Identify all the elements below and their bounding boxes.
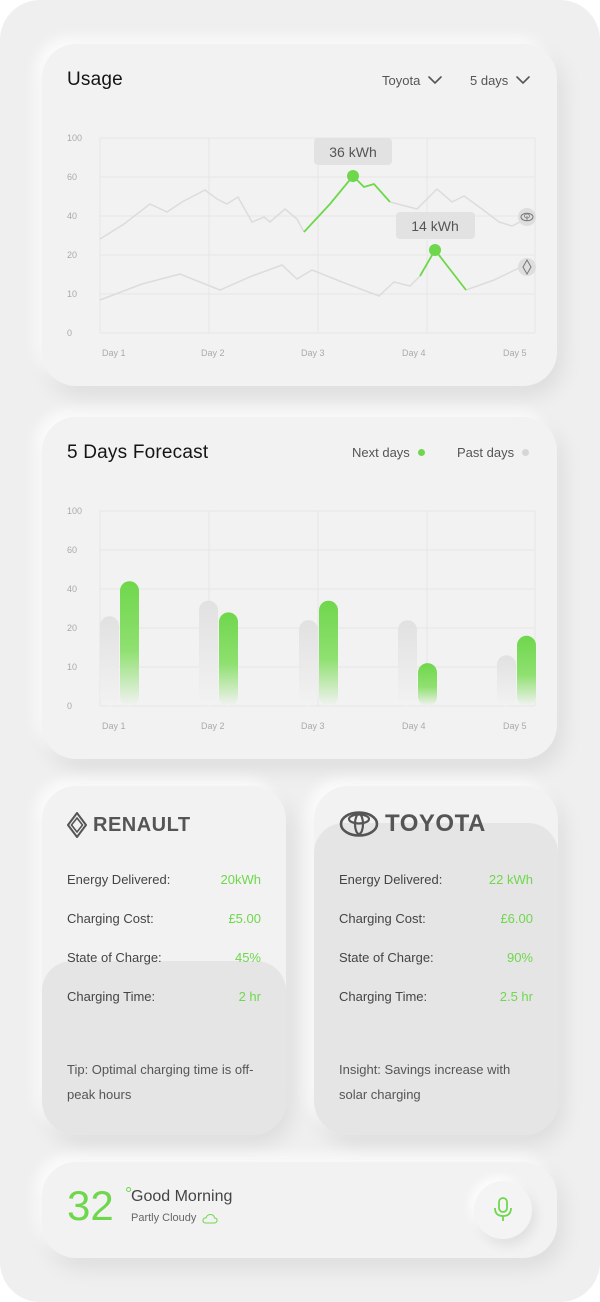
spec-label: Charging Cost:: [339, 911, 426, 926]
weather-condition-label: Partly Cloudy: [131, 1212, 197, 1224]
spec-value: £6.00: [500, 911, 533, 926]
renault-brand-text: RENAULT: [93, 813, 191, 836]
cloud-icon: [202, 1213, 218, 1223]
spec-label: Charging Time:: [67, 989, 156, 1004]
x-tick-label: Day 2: [201, 721, 225, 731]
y-tick-label: 100: [67, 133, 82, 143]
microphone-button[interactable]: [474, 1181, 532, 1239]
spec-value: 2 hr: [238, 989, 261, 1004]
x-tick-label: Day 2: [201, 348, 225, 358]
spec-value: £5.00: [228, 911, 261, 926]
weather-condition: Partly Cloudy: [131, 1212, 218, 1224]
y-tick-label: 0: [67, 701, 72, 711]
toyota-energy-row: Energy Delivered: 22 kWh: [339, 872, 533, 887]
renault-card[interactable]: RENAULT Energy Delivered: 20kWh Charging…: [42, 786, 286, 1135]
y-tick-label: 10: [67, 289, 77, 299]
x-tick-label: Day 4: [402, 721, 426, 731]
weather-card: 32 ° Good Morning Partly Cloudy: [42, 1162, 557, 1258]
x-tick-label: Day 5: [503, 348, 527, 358]
spec-value: 90%: [506, 950, 533, 965]
y-tick-label: 20: [67, 250, 77, 260]
toyota-badge[interactable]: [518, 208, 536, 226]
renault-energy-row: Energy Delivered: 20kWh: [67, 872, 261, 887]
spec-value: 20kWh: [220, 872, 261, 887]
bar-past-days[interactable]: [199, 600, 218, 706]
spec-value: 22 kWh: [488, 872, 533, 887]
tooltip-renault-value: 14 kWh: [411, 218, 458, 234]
microphone-icon: [494, 1197, 512, 1221]
spec-value: 45%: [234, 950, 261, 965]
y-tick-label: 60: [67, 172, 77, 182]
x-tick-label: Day 1: [102, 721, 126, 731]
toyota-peak-point[interactable]: [347, 170, 359, 182]
spec-label: Energy Delivered:: [67, 872, 171, 887]
forecast-x-axis-labels: Day 1 Day 2 Day 3 Day 4 Day 5: [102, 721, 527, 731]
toyota-time-row: Charging Time: 2.5 hr: [339, 989, 533, 1004]
renault-series-line: [99, 249, 436, 301]
usage-card: Usage Toyota 5 days 100 60 40 20 10 0 Da…: [42, 44, 557, 386]
renault-series-line-right: [465, 267, 520, 291]
bar-past-days[interactable]: [497, 655, 516, 706]
renault-logo: RENAULT: [67, 812, 191, 838]
toyota-cost-row: Charging Cost: £6.00: [339, 911, 533, 926]
bar-past-days[interactable]: [100, 616, 119, 706]
renault-peak-point[interactable]: [429, 244, 441, 256]
renault-tip: Tip: Optimal charging time is off-peak h…: [67, 1062, 254, 1102]
renault-badge[interactable]: [518, 258, 536, 276]
bar-next-days[interactable]: [418, 663, 437, 706]
toyota-series-line: [99, 189, 305, 240]
toyota-logo: TOYOTA: [339, 810, 486, 838]
phone-frame: Usage Toyota 5 days 100 60 40 20 10 0 Da…: [0, 0, 600, 1302]
bar-next-days[interactable]: [517, 635, 536, 706]
renault-cost-row: Charging Cost: £5.00: [67, 911, 261, 926]
y-tick-label: 0: [67, 328, 72, 338]
x-tick-label: Day 1: [102, 348, 126, 358]
y-tick-label: 40: [67, 211, 77, 221]
temperature-value: 32: [67, 1182, 114, 1229]
forecast-chart: 100 60 40 20 10 0 Day 1 Day 2 Day 3 Day …: [67, 506, 536, 731]
renault-time-row: Charging Time: 2 hr: [67, 989, 261, 1004]
bar-past-days[interactable]: [299, 620, 318, 706]
bar-next-days[interactable]: [319, 600, 338, 706]
spec-label: Charging Time:: [339, 989, 428, 1004]
x-tick-label: Day 3: [301, 721, 325, 731]
toyota-insight: Insight: Savings increase with solar cha…: [339, 1062, 511, 1102]
toyota-charge-row: State of Charge: 90%: [339, 950, 533, 965]
y-tick-label: 100: [67, 506, 82, 516]
greeting-text: Good Morning: [131, 1188, 233, 1205]
spec-label: Charging Cost:: [67, 911, 154, 926]
x-tick-label: Day 3: [301, 348, 325, 358]
spec-value: 2.5 hr: [499, 989, 533, 1004]
y-tick-label: 40: [67, 584, 77, 594]
toyota-brand-text: TOYOTA: [385, 810, 486, 837]
renault-diamond-icon: [67, 812, 87, 838]
spec-label: Energy Delivered:: [339, 872, 443, 887]
tooltip-renault: 14 kWh: [396, 212, 475, 239]
y-tick-label: 20: [67, 623, 77, 633]
spec-label: State of Charge:: [67, 950, 162, 965]
toyota-emblem-icon: [339, 811, 379, 837]
bar-past-days[interactable]: [398, 620, 417, 706]
usage-x-axis-labels: Day 1 Day 2 Day 3 Day 4 Day 5: [102, 348, 527, 358]
toyota-card[interactable]: TOYOTA Energy Delivered: 22 kWh Charging…: [314, 786, 558, 1135]
tooltip-toyota-value: 36 kWh: [329, 144, 376, 160]
renault-card-shade: [42, 961, 286, 1135]
x-tick-label: Day 4: [402, 348, 426, 358]
x-tick-label: Day 5: [503, 721, 527, 731]
y-tick-label: 10: [67, 662, 77, 672]
bar-next-days[interactable]: [120, 581, 139, 706]
bar-next-days[interactable]: [219, 612, 238, 706]
tooltip-toyota: 36 kWh: [314, 138, 392, 165]
forecast-y-axis-labels: 100 60 40 20 10 0: [67, 506, 82, 711]
toyota-series-highlight: [303, 174, 391, 233]
y-tick-label: 60: [67, 545, 77, 555]
forecast-card: 5 Days Forecast Next days Past days 100 …: [42, 417, 557, 759]
usage-chart: 100 60 40 20 10 0 Day 1 Day 2 Day 3 Day …: [67, 133, 536, 358]
renault-charge-row: State of Charge: 45%: [67, 950, 261, 965]
usage-y-axis-labels: 100 60 40 20 10 0: [67, 133, 82, 338]
spec-label: State of Charge:: [339, 950, 434, 965]
